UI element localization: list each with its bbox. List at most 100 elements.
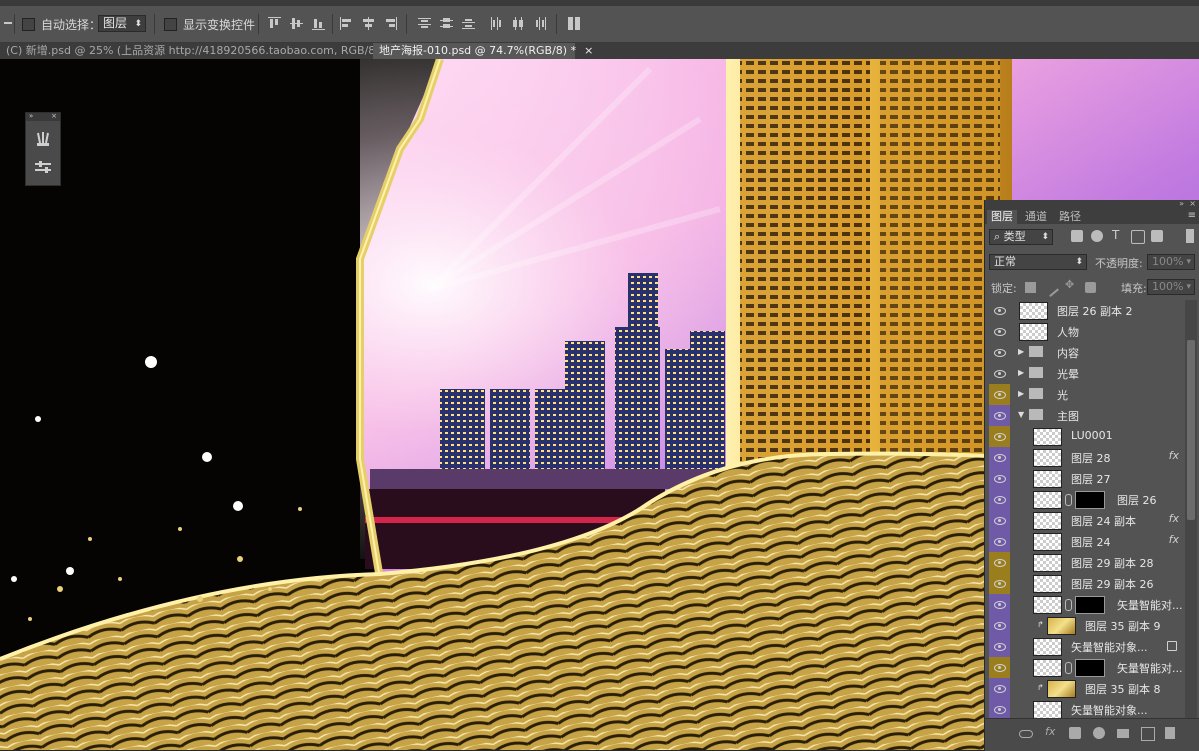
layer-effects-icon[interactable]: fx bbox=[1169, 449, 1179, 462]
layer-row[interactable]: ▶ 光晕 bbox=[989, 363, 1185, 385]
expand-group-icon[interactable]: ▶ bbox=[1018, 389, 1024, 398]
fill-input[interactable]: 100% ▾ bbox=[1147, 279, 1195, 295]
layer-row[interactable]: 图层 29 副本 28 bbox=[989, 552, 1185, 574]
layer-mask-thumbnail[interactable] bbox=[1075, 491, 1105, 509]
shape-layer-filter-icon[interactable] bbox=[1131, 230, 1145, 244]
layer-thumbnail[interactable] bbox=[1033, 554, 1062, 572]
layer-mask-thumbnail[interactable] bbox=[1075, 596, 1105, 614]
close-icon[interactable]: × bbox=[51, 112, 57, 120]
visibility-eye-icon[interactable] bbox=[989, 384, 1010, 405]
layer-style-fx-icon[interactable]: fx bbox=[1045, 725, 1057, 738]
layer-row[interactable]: 图层 26 副本 2 bbox=[989, 300, 1185, 322]
layer-thumbnail[interactable] bbox=[1033, 533, 1062, 551]
add-mask-icon[interactable] bbox=[1069, 727, 1081, 739]
link-layers-icon[interactable] bbox=[1019, 730, 1033, 738]
expand-group-icon[interactable]: ▶ bbox=[1018, 347, 1024, 356]
layer-name[interactable]: 图层 26 副本 2 bbox=[1057, 303, 1133, 319]
distribute-vertical-center-icon[interactable] bbox=[440, 17, 453, 30]
layer-mask-thumbnail[interactable] bbox=[1075, 659, 1105, 677]
layer-row[interactable]: 图层 27 bbox=[989, 468, 1185, 490]
layer-thumbnail[interactable] bbox=[1033, 575, 1062, 593]
layer-row[interactable]: ▶ 光 bbox=[989, 384, 1185, 406]
show-transform-checkbox[interactable] bbox=[164, 17, 177, 31]
layer-name[interactable]: 图层 29 副本 26 bbox=[1071, 576, 1153, 592]
lock-transparent-pixels-icon[interactable] bbox=[1025, 282, 1036, 293]
new-group-icon[interactable] bbox=[1117, 729, 1129, 738]
visibility-eye-icon[interactable] bbox=[989, 636, 1010, 657]
layer-name[interactable]: 图层 24 bbox=[1071, 534, 1111, 550]
tab-channels[interactable]: 通道 bbox=[1021, 210, 1051, 224]
visibility-eye-icon[interactable] bbox=[989, 531, 1010, 552]
smart-object-filter-icon[interactable] bbox=[1151, 230, 1163, 242]
visibility-eye-icon[interactable] bbox=[989, 363, 1010, 384]
distribute-horizontal-center-icon[interactable] bbox=[512, 17, 525, 30]
layer-row[interactable]: ▼ 主图 bbox=[989, 405, 1185, 427]
brush-presets-icon[interactable] bbox=[34, 131, 52, 147]
layer-thumbnail[interactable] bbox=[1033, 491, 1062, 509]
layer-name[interactable]: 图层 28 bbox=[1071, 450, 1111, 466]
distribute-bottom-icon[interactable] bbox=[462, 17, 475, 30]
layer-row[interactable]: 图层 29 副本 26 bbox=[989, 573, 1185, 595]
layer-list-scrollbar[interactable] bbox=[1185, 300, 1197, 718]
layer-thumbnail[interactable] bbox=[1033, 428, 1062, 446]
new-layer-icon[interactable] bbox=[1141, 727, 1155, 741]
distribute-left-icon[interactable] bbox=[490, 17, 503, 30]
visibility-eye-icon[interactable] bbox=[989, 447, 1010, 468]
lock-all-icon[interactable] bbox=[1085, 282, 1096, 293]
distribute-top-icon[interactable] bbox=[418, 17, 431, 30]
close-icon[interactable]: × bbox=[1189, 199, 1196, 208]
delete-layer-icon[interactable] bbox=[1165, 727, 1175, 739]
visibility-eye-icon[interactable] bbox=[989, 321, 1010, 342]
visibility-eye-icon[interactable] bbox=[989, 489, 1010, 510]
auto-select-target-dropdown[interactable]: 图层 ⬍ bbox=[98, 15, 146, 32]
lock-position-icon[interactable]: ✥ bbox=[1065, 278, 1076, 291]
tab-new-psd[interactable]: (C) 新增.psd @ 25% (上品资源 http://418920566.… bbox=[0, 43, 411, 59]
filter-toggle-icon[interactable] bbox=[1186, 229, 1194, 243]
visibility-eye-icon[interactable] bbox=[989, 615, 1010, 636]
type-layer-filter-icon[interactable]: T bbox=[1112, 228, 1119, 242]
visibility-eye-icon[interactable] bbox=[989, 552, 1010, 573]
visibility-eye-icon[interactable] bbox=[989, 657, 1010, 678]
align-right-icon[interactable] bbox=[384, 17, 397, 30]
layer-thumbnail[interactable] bbox=[1019, 323, 1048, 341]
layer-thumbnail[interactable] bbox=[1047, 680, 1076, 698]
layer-row[interactable]: 矢量智能对象... bbox=[989, 699, 1185, 718]
layer-row[interactable]: LU0001 bbox=[989, 426, 1185, 448]
layer-name[interactable]: 矢量智能对... bbox=[1117, 660, 1183, 676]
mask-link-icon[interactable] bbox=[1065, 662, 1072, 674]
layer-name[interactable]: 主图 bbox=[1057, 408, 1079, 424]
layer-thumbnail[interactable] bbox=[1019, 302, 1048, 320]
mask-link-icon[interactable] bbox=[1065, 494, 1072, 506]
visibility-eye-icon[interactable] bbox=[989, 342, 1010, 363]
close-icon[interactable]: × bbox=[584, 44, 593, 57]
visibility-eye-icon[interactable] bbox=[989, 594, 1010, 615]
filter-kind-dropdown[interactable]: ⌕ 类型 ⬍ bbox=[989, 229, 1053, 245]
collapse-icon[interactable]: » bbox=[29, 112, 33, 120]
pixel-layer-filter-icon[interactable] bbox=[1071, 230, 1083, 242]
distribute-right-icon[interactable] bbox=[534, 17, 547, 30]
layer-row[interactable]: 图层 26 bbox=[989, 489, 1185, 511]
visibility-eye-icon[interactable] bbox=[989, 405, 1010, 426]
visibility-eye-icon[interactable] bbox=[989, 678, 1010, 699]
layer-name[interactable]: 矢量智能对象... bbox=[1071, 702, 1148, 718]
layer-row[interactable]: 图层 24 副本 fx bbox=[989, 510, 1185, 532]
layer-row[interactable]: 矢量智能对... bbox=[989, 657, 1185, 679]
layer-thumbnail[interactable] bbox=[1033, 449, 1062, 467]
layer-row[interactable]: 矢量智能对... bbox=[989, 594, 1185, 616]
align-top-icon[interactable] bbox=[268, 17, 281, 30]
layer-thumbnail[interactable] bbox=[1033, 638, 1062, 656]
layer-thumbnail[interactable] bbox=[1033, 470, 1062, 488]
visibility-eye-icon[interactable] bbox=[989, 468, 1010, 489]
tab-paths[interactable]: 路径 bbox=[1055, 210, 1085, 224]
layer-name[interactable]: 图层 27 bbox=[1071, 471, 1111, 487]
auto-select-option[interactable]: 自动选择： bbox=[22, 15, 101, 33]
layer-name[interactable]: 图层 35 副本 8 bbox=[1085, 681, 1161, 697]
auto-align-layers-icon[interactable] bbox=[568, 17, 581, 30]
layer-name[interactable]: 图层 26 bbox=[1117, 492, 1157, 508]
lock-image-pixels-icon[interactable] bbox=[1042, 279, 1059, 298]
layer-row[interactable]: 人物 bbox=[989, 321, 1185, 343]
layer-name[interactable]: LU0001 bbox=[1071, 429, 1113, 442]
visibility-eye-icon[interactable] bbox=[989, 510, 1010, 531]
layer-thumbnail[interactable] bbox=[1033, 512, 1062, 530]
layer-row[interactable]: ↱ 图层 35 副本 8 bbox=[989, 678, 1185, 700]
